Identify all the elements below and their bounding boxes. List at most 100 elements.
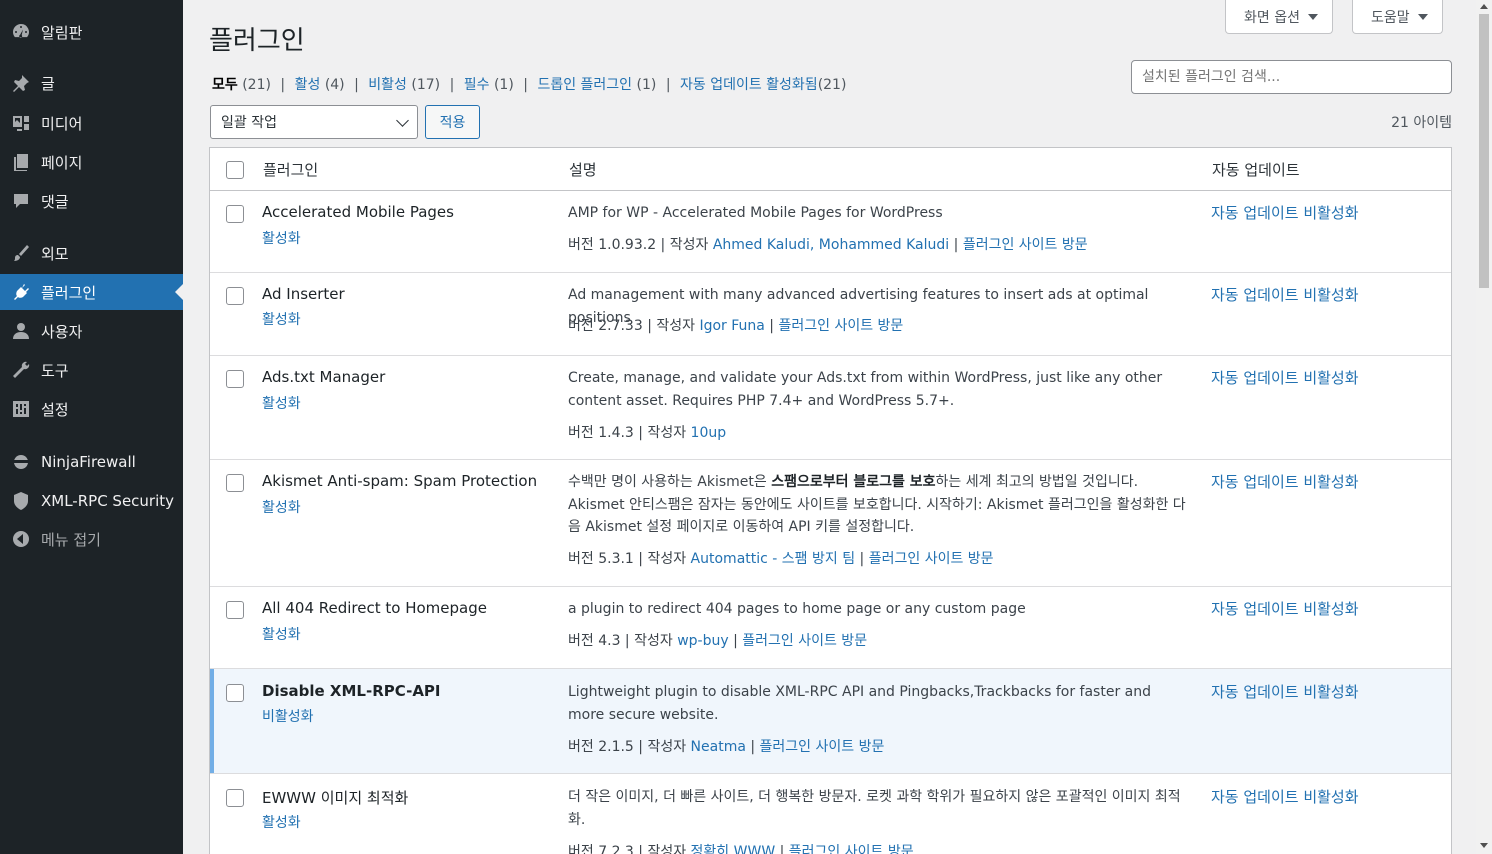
filter-auto-update-enabled[interactable]: 자동 업데이트 활성화됨 (680, 77, 818, 93)
page-icon (11, 152, 31, 172)
sidebar-item-users[interactable]: 사용자 (0, 313, 183, 349)
sidebar-item-comments[interactable]: 댓글 (0, 183, 183, 219)
disable-auto-update-link[interactable]: 자동 업데이트 비활성화 (1211, 367, 1359, 388)
plugin-site-link[interactable]: 플러그인 사이트 방문 (963, 237, 1088, 253)
help-button[interactable]: 도움말 (1352, 0, 1443, 34)
plugin-site-link[interactable]: 플러그인 사이트 방문 (789, 844, 914, 854)
row-checkbox[interactable] (226, 287, 244, 305)
plugin-name: EWWW 이미지 최적화 (262, 789, 409, 807)
disable-auto-update-link[interactable]: 자동 업데이트 비활성화 (1211, 681, 1359, 702)
plugin-description: Create, manage, and validate your Ads.tx… (568, 370, 1163, 409)
sidebar-item-label: 사용자 (41, 322, 83, 341)
disable-auto-update-link[interactable]: 자동 업데이트 비활성화 (1211, 284, 1359, 305)
plugin-name: Ad Inserter (262, 285, 345, 303)
disable-auto-update-link[interactable]: 자동 업데이트 비활성화 (1211, 202, 1359, 223)
row-checkbox[interactable] (226, 601, 244, 619)
plugin-meta: 버전 5.3.1 | 작성자 Automattic - 스팸 방지 팀 | 플러… (568, 548, 994, 568)
author-link[interactable]: 정확히 WWW (691, 844, 776, 854)
sidebar-item-tools[interactable]: 도구 (0, 352, 183, 388)
sidebar-item-label: 알림판 (41, 23, 83, 42)
row-checkbox[interactable] (226, 205, 244, 223)
meta-separator: | (728, 633, 743, 649)
meta-separator: | (775, 844, 789, 854)
bulk-action-select[interactable]: 일괄 작업 (210, 105, 418, 139)
author-link[interactable]: wp-buy (677, 633, 728, 649)
filter-mustuse[interactable]: 필수 (464, 77, 490, 93)
brush-icon (11, 243, 31, 263)
active-row-indicator (210, 669, 214, 773)
column-header-plugin[interactable]: 플러그인 (263, 159, 318, 180)
apply-button[interactable]: 적용 (425, 105, 480, 139)
plugin-site-link[interactable]: 플러그인 사이트 방문 (778, 318, 903, 334)
plugin-name: Accelerated Mobile Pages (262, 203, 454, 221)
plugin-site-link[interactable]: 플러그인 사이트 방문 (760, 739, 885, 755)
filter-separator: | (280, 77, 286, 93)
screen-options-button[interactable]: 화면 옵션 (1225, 0, 1333, 34)
sidebar-item-dashboard[interactable]: 알림판 (0, 14, 183, 50)
collapse-menu-button[interactable]: 메뉴 접기 (0, 521, 183, 557)
filter-dropins[interactable]: 드롭인 플러그인 (537, 77, 632, 93)
activate-link[interactable]: 활성화 (262, 812, 301, 832)
dashboard-icon (11, 22, 31, 42)
author-link[interactable]: Neatma (691, 739, 746, 755)
sidebar-item-appearance[interactable]: 외모 (0, 235, 183, 271)
caret-down-icon (1417, 13, 1428, 20)
row-checkbox[interactable] (226, 789, 244, 807)
active-indicator (175, 284, 183, 300)
plugin-meta: 버전 1.4.3 | 작성자 10up (568, 422, 726, 442)
collapse-icon (11, 529, 31, 549)
filter-inactive[interactable]: 비활성 (368, 77, 407, 93)
filter-separator: | (523, 77, 528, 93)
author-link[interactable]: Igor Funa (699, 318, 764, 334)
author-link[interactable]: 10up (691, 425, 727, 441)
plugin-icon (11, 282, 31, 302)
plugin-site-link[interactable]: 플러그인 사이트 방문 (869, 551, 994, 567)
row-checkbox[interactable] (226, 474, 244, 492)
activate-link[interactable]: 활성화 (262, 393, 301, 413)
plugin-status-filters: 모두 (21) | 활성 (4) | 비활성 (17) | 필수 (1) | 드… (212, 74, 846, 94)
sidebar-item-ninjafirewall[interactable]: NinjaFirewall (0, 444, 183, 480)
filter-count: (21) (242, 77, 271, 93)
author-link[interactable]: Automattic - 스팸 방지 팀 (691, 551, 856, 567)
sidebar-item-pages[interactable]: 페이지 (0, 144, 183, 180)
sidebar-item-settings[interactable]: 설정 (0, 391, 183, 427)
select-all-checkbox[interactable] (226, 161, 244, 179)
sidebar-item-label: 플러그인 (41, 283, 97, 302)
plugin-search-input[interactable] (1131, 60, 1452, 94)
filter-active[interactable]: 활성 (295, 77, 321, 93)
row-checkbox[interactable] (226, 370, 244, 388)
row-checkbox[interactable] (226, 684, 244, 702)
scroll-down-arrow-icon[interactable] (1480, 843, 1488, 848)
activate-link[interactable]: 활성화 (262, 624, 301, 644)
disable-auto-update-link[interactable]: 자동 업데이트 비활성화 (1211, 786, 1359, 807)
version-text: 버전 7.2.3 | 작성자 (568, 844, 691, 854)
plugin-site-link[interactable]: 플러그인 사이트 방문 (742, 633, 867, 649)
author-link[interactable]: Ahmed Kaludi, Mohammed Kaludi (713, 237, 949, 253)
plugin-meta: 버전 2.7.33 | 작성자 Igor Funa | 플러그인 사이트 방문 (568, 315, 903, 335)
media-icon (11, 113, 31, 133)
version-text: 버전 1.0.93.2 | 작성자 (568, 237, 713, 253)
sidebar-item-posts[interactable]: 글 (0, 65, 183, 101)
settings-icon (11, 399, 31, 419)
user-icon (11, 321, 31, 341)
sidebar-item-media[interactable]: 미디어 (0, 105, 183, 141)
meta-separator: | (745, 739, 760, 755)
disable-auto-update-link[interactable]: 자동 업데이트 비활성화 (1211, 598, 1359, 619)
screen-options-label: 화면 옵션 (1244, 9, 1300, 26)
sidebar-item-xmlrpc-security[interactable]: XML-RPC Security (0, 483, 183, 519)
filter-count: (1) (636, 77, 657, 93)
activate-link[interactable]: 활성화 (262, 228, 301, 248)
scrollbar-thumb[interactable] (1479, 14, 1489, 288)
activate-link[interactable]: 활성화 (262, 309, 301, 329)
deactivate-link[interactable]: 비활성화 (262, 706, 314, 726)
plugin-name: Ads.txt Manager (262, 368, 386, 386)
page-scrollbar[interactable] (1476, 0, 1492, 854)
filter-all[interactable]: 모두 (212, 77, 238, 93)
scroll-up-arrow-icon[interactable] (1480, 4, 1488, 9)
wrench-icon (11, 360, 31, 380)
version-text: 버전 2.1.5 | 작성자 (568, 739, 691, 755)
filter-count: (4) (324, 77, 345, 93)
activate-link[interactable]: 활성화 (262, 497, 301, 517)
disable-auto-update-link[interactable]: 자동 업데이트 비활성화 (1211, 471, 1359, 492)
sidebar-item-plugins[interactable]: 플러그인 (0, 274, 183, 310)
